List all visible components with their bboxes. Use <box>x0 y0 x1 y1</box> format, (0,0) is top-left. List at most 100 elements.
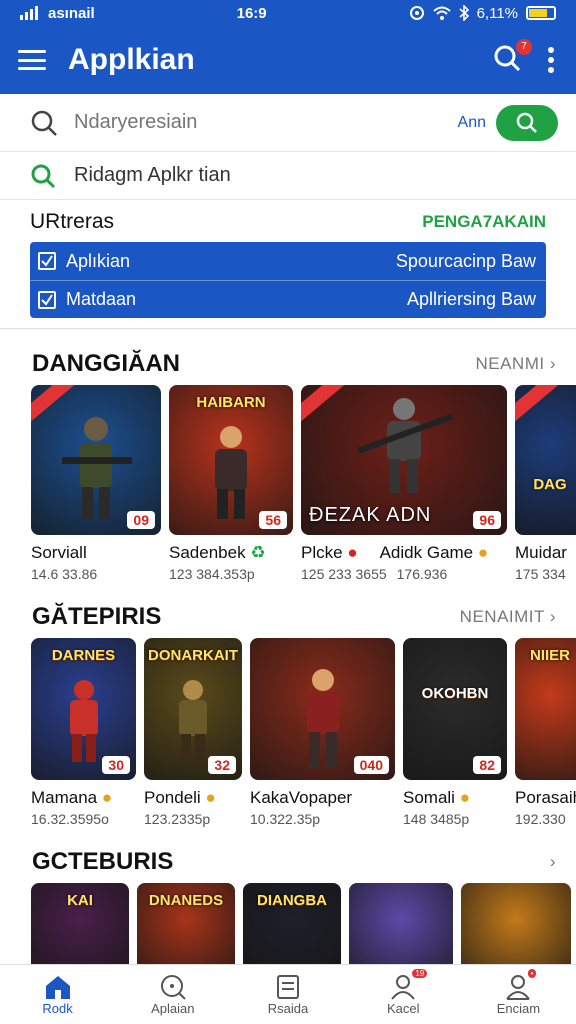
game-thumbnail[interactable]: HAIBARN 56 <box>169 385 293 535</box>
game-thumbnail[interactable]: OKOHBN 82 <box>403 638 507 780</box>
game-name: Sadenbek ♻ <box>169 543 293 563</box>
game-card[interactable]: DONARKAIT 32 Pondeli ● 123.2335p <box>144 638 242 827</box>
badge-icon: ● <box>205 788 216 807</box>
nav-badge: 19 <box>412 969 428 978</box>
game-name: Pondeli ● <box>144 788 242 808</box>
game-thumbnail[interactable]: DARNES 30 <box>31 638 136 780</box>
nav-item-user[interactable]: 19 Kacel <box>346 965 461 1024</box>
game-meta: 148 3485p <box>403 811 470 827</box>
ribbon-badge <box>515 385 564 426</box>
section-more-link[interactable]: › <box>550 852 556 872</box>
game-card[interactable]: DAG Muidar 175 334 <box>515 385 576 582</box>
game-thumbnail[interactable]: NIIER <box>515 638 576 780</box>
filter-list: Aplıkian Spourcacinp Baw Matdaan Apllrie… <box>30 242 546 318</box>
rating-badge: 96 <box>473 511 501 529</box>
notification-badge: 7 <box>516 39 532 55</box>
game-carousel[interactable]: 09 Sorviall 14.6 33.86 HAIBARN 56 Sadenb… <box>0 385 576 582</box>
checkbox-checked-icon[interactable] <box>38 252 56 270</box>
nav-item-search[interactable]: Aplaian <box>115 965 230 1024</box>
filter-action-link[interactable]: PENGA7AKAIN <box>422 212 546 232</box>
rating-badge: 82 <box>473 756 501 774</box>
chevron-right-icon: › <box>549 354 556 373</box>
game-thumbnail[interactable] <box>349 883 453 973</box>
thumbnail-title: DAG <box>533 476 567 493</box>
game-name: Sorviall <box>31 543 87 562</box>
nav-label: Aplaian <box>151 1001 195 1016</box>
game-thumbnail[interactable]: 09 <box>31 385 161 535</box>
game-card[interactable]: OKOHBN 82 Somali ● 148 3485p <box>403 638 507 827</box>
section-more-link[interactable]: NEANMI › <box>475 354 556 374</box>
filter-item[interactable]: Matdaan Apllriersing Baw <box>30 280 546 318</box>
checkbox-checked-icon[interactable] <box>38 290 56 309</box>
game-name-row: Plcke ● Adidk Game ● <box>301 535 507 563</box>
filter-panel: URtreras PENGA7AKAIN Aplıkian Spourcacin… <box>0 200 576 329</box>
signal-icon <box>20 6 38 20</box>
nav-item-home[interactable]: Rodk <box>0 965 115 1024</box>
clock: 16:9 <box>236 4 267 22</box>
game-meta-row: 125 233 3655 176.936 <box>301 563 507 582</box>
game-thumbnail[interactable]: DONARKAIT 32 <box>144 638 242 780</box>
list-icon <box>277 975 299 999</box>
game-card[interactable]: ĐEZAK ADN 96 Plcke ● Adidk Game ● 125 23… <box>301 385 507 582</box>
game-meta: 175 334 <box>515 566 566 582</box>
filter-item-label: Matdaan <box>66 289 137 309</box>
filter-item-value: Apllriersing Baw <box>406 289 536 309</box>
nav-item-profile[interactable]: • Enciam <box>461 965 576 1024</box>
suggestion-text: Ridagm Aplkr tian <box>74 164 231 186</box>
game-thumbnail[interactable]: 040 <box>250 638 395 780</box>
search-icon <box>31 110 57 136</box>
search-bar: Ann <box>0 94 576 152</box>
status-right: 6,11% <box>409 5 556 22</box>
notification-button[interactable]: 7 <box>492 39 532 77</box>
search-suggestion[interactable]: Ridagm Aplkr tian <box>0 152 576 200</box>
section-featured: DANGGIĂAN NEANMI › 09 Sorviall 14.6 33.8… <box>0 329 576 582</box>
search-submit-button[interactable] <box>496 104 558 141</box>
game-name: Muidar <box>515 543 567 562</box>
rating-badge: 040 <box>353 756 389 774</box>
game-thumbnail[interactable]: DAG <box>515 385 576 535</box>
section-title: GCTEBURIS <box>32 848 174 875</box>
game-thumbnail[interactable] <box>461 883 571 973</box>
game-name: Mamana ● <box>31 788 136 808</box>
character-figure <box>69 680 98 762</box>
game-card[interactable]: 040 KakaVopaper 10.322.35p <box>250 638 395 827</box>
wifi-icon <box>432 6 451 20</box>
thumbnail-title: HAIBARN <box>196 394 266 411</box>
search-aux-label[interactable]: Ann <box>458 114 486 132</box>
game-thumbnail[interactable]: ĐEZAK ADN 96 <box>301 385 507 535</box>
filter-item[interactable]: Aplıkian Spourcacinp Baw <box>30 242 546 280</box>
character-figure <box>356 398 453 493</box>
more-options-icon[interactable] <box>548 47 554 73</box>
section-header: GĂTEPIRIS NENAIMIT › <box>0 596 576 638</box>
game-thumbnail[interactable]: KAI <box>31 883 129 973</box>
bluetooth-icon <box>459 5 469 21</box>
status-left: asınail <box>20 5 95 22</box>
game-card[interactable]: 09 Sorviall 14.6 33.86 <box>31 385 161 582</box>
game-meta: 123.2335p <box>144 811 211 827</box>
game-card[interactable]: HAIBARN 56 Sadenbek ♻ 123 384.353p <box>169 385 293 582</box>
game-carousel[interactable]: KAI DNANEDS DIANGBA <box>0 883 576 973</box>
filter-title: URtreras <box>30 210 115 233</box>
menu-icon[interactable] <box>18 50 46 70</box>
section-title: DANGGIĂAN <box>32 350 180 377</box>
search-input[interactable] <box>74 111 458 134</box>
filter-header: URtreras PENGA7AKAIN <box>30 206 546 238</box>
game-carousel[interactable]: DARNES 30 Mamana ● 16.32.3595o DONARKAIT… <box>0 638 576 827</box>
game-thumbnail[interactable]: DIANGBA <box>243 883 341 973</box>
game-card[interactable]: DARNES 30 Mamana ● 16.32.3595o <box>31 638 136 827</box>
thumbnail-overlay-title: ĐEZAK ADN <box>309 504 432 526</box>
game-card[interactable]: NIIER Porasaih 192.330 <box>515 638 576 827</box>
game-name-text: Pondeli <box>144 788 201 807</box>
battery-icon <box>526 6 556 20</box>
game-name-text: Adidk Game <box>379 543 474 562</box>
game-name-text: Plcke <box>301 543 343 562</box>
section-categories: GĂTEPIRIS NENAIMIT › DARNES 30 Mamana ● … <box>0 582 576 827</box>
game-name: Porasaih <box>515 788 576 807</box>
section-header: GCTEBURIS › <box>0 841 576 883</box>
game-thumbnail[interactable]: DNANEDS <box>137 883 235 973</box>
section-header: DANGGIĂAN NEANMI › <box>0 343 576 385</box>
section-more-link[interactable]: NENAIMIT › <box>460 607 556 627</box>
nav-item-list[interactable]: Rsaida <box>230 965 345 1024</box>
game-name-text: Mamana <box>31 788 98 807</box>
game-name: Somali ● <box>403 788 507 808</box>
